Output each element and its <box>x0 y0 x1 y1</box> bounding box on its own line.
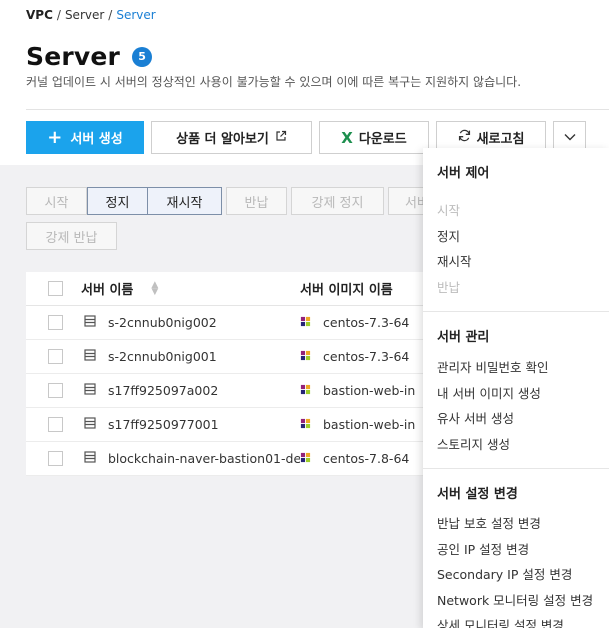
section-title-server-control: 서버 제어 <box>437 166 490 181</box>
breadcrumb-vpc[interactable]: VPC <box>26 8 53 22</box>
centos-icon <box>300 315 311 330</box>
refresh-icon <box>458 129 471 146</box>
menu-item-restart[interactable]: 재시작 <box>423 248 609 274</box>
sort-icon[interactable]: ▲ ▼ <box>151 280 158 296</box>
header-server-name: 서버 이름 ▲ ▼ <box>81 279 300 298</box>
section-title-server-settings: 서버 설정 변경 <box>437 487 518 502</box>
divider <box>26 109 609 110</box>
server-name: s-2cnnub0nig001 <box>108 349 217 364</box>
server-name-cell: s17ff9250977001 <box>81 417 300 432</box>
kernel-update-notice: 커널 업데이트 시 서버의 정상적인 사용이 불가능할 수 있으며 이에 따른 … <box>26 75 522 89</box>
breadcrumb-current: Server <box>116 8 156 22</box>
start-button[interactable]: 시작 <box>26 187 87 215</box>
page-title: Server <box>26 42 121 71</box>
more-actions-dropdown: 서버 제어 시작 정지 재시작 반납 서버 관리 관리자 비밀번호 확인 내 서… <box>423 148 609 628</box>
column-image-name: 서버 이미지 이름 <box>300 283 393 298</box>
row-checkbox[interactable] <box>48 383 63 398</box>
partial-action-button[interactable]: 서버 <box>388 187 424 215</box>
download-button[interactable]: X 다운로드 <box>319 121 429 154</box>
centos-icon <box>300 451 311 466</box>
force-stop-button[interactable]: 강제 정지 <box>291 187 384 215</box>
image-name: centos-7.8-64 <box>323 451 410 466</box>
learn-more-button[interactable]: 상품 더 알아보기 <box>151 121 312 154</box>
centos-icon <box>300 383 311 398</box>
table-header: 서버 이름 ▲ ▼ 서버 이미지 이름 <box>26 272 423 306</box>
table-row[interactable]: s17ff925097a002 bastion-web-in <box>26 374 423 408</box>
image-name: centos-7.3-64 <box>323 315 410 330</box>
server-name-cell: blockchain-naver-bastion01-dev <box>81 451 300 466</box>
image-name-cell: centos-7.3-64 <box>300 349 423 364</box>
section-title-server-management: 서버 관리 <box>437 330 490 345</box>
menu-item-check-admin-password[interactable]: 관리자 비밀번호 확인 <box>423 354 609 380</box>
server-name: s17ff925097a002 <box>108 383 219 398</box>
image-name: centos-7.3-64 <box>323 349 410 364</box>
server-icon <box>84 315 96 330</box>
chevron-down-icon <box>564 130 576 145</box>
row-checkbox[interactable] <box>48 451 63 466</box>
image-name-cell: bastion-web-in <box>300 383 423 398</box>
image-name-cell: centos-7.3-64 <box>300 315 423 330</box>
download-label: 다운로드 <box>358 132 407 147</box>
menu-item-return[interactable]: 반납 <box>423 274 609 300</box>
server-name-cell: s-2cnnub0nig001 <box>81 349 300 364</box>
menu-item-return-protection[interactable]: 반납 보호 설정 변경 <box>423 510 609 536</box>
server-icon <box>84 383 96 398</box>
image-name-cell: centos-7.8-64 <box>300 451 423 466</box>
breadcrumb-separator: / <box>56 8 61 22</box>
centos-icon <box>300 417 311 432</box>
create-server-button[interactable]: + 서버 생성 <box>26 121 144 154</box>
create-server-label: 서버 생성 <box>70 132 123 147</box>
server-icon <box>84 417 96 432</box>
image-name: bastion-web-in <box>323 417 416 432</box>
menu-item-create-similar-server[interactable]: 유사 서버 생성 <box>423 405 609 431</box>
image-name-cell: bastion-web-in <box>300 417 423 432</box>
external-link-icon <box>275 130 287 146</box>
server-name: s-2cnnub0nig002 <box>108 315 217 330</box>
server-name: blockchain-naver-bastion01-dev <box>108 451 300 466</box>
return-button[interactable]: 반납 <box>226 187 287 215</box>
menu-item-stop[interactable]: 정지 <box>423 223 609 249</box>
server-icon <box>84 451 96 466</box>
breadcrumb: VPC / Server / Server <box>26 8 156 22</box>
row-checkbox[interactable] <box>48 315 63 330</box>
table-row[interactable]: s-2cnnub0nig002 centos-7.3-64 <box>26 306 423 340</box>
menu-item-create-storage[interactable]: 스토리지 생성 <box>423 431 609 457</box>
server-table: 서버 이름 ▲ ▼ 서버 이미지 이름 s-2cnnub0nig002 cento… <box>26 272 423 476</box>
excel-icon: X <box>341 128 353 147</box>
table-row[interactable]: s-2cnnub0nig001 centos-7.3-64 <box>26 340 423 374</box>
menu-item-network-monitoring[interactable]: Network 모니터링 설정 변경 <box>423 587 609 613</box>
table-row[interactable]: blockchain-naver-bastion01-dev centos-7.… <box>26 442 423 476</box>
server-name-cell: s17ff925097a002 <box>81 383 300 398</box>
learn-more-label: 상품 더 알아보기 <box>176 132 269 147</box>
menu-item-secondary-ip[interactable]: Secondary IP 설정 변경 <box>423 561 609 587</box>
centos-icon <box>300 349 311 364</box>
image-name: bastion-web-in <box>323 383 416 398</box>
plus-icon: + <box>47 126 63 148</box>
row-checkbox[interactable] <box>48 349 63 364</box>
menu-item-public-ip[interactable]: 공인 IP 설정 변경 <box>423 536 609 562</box>
row-checkbox[interactable] <box>48 417 63 432</box>
breadcrumb-server[interactable]: Server <box>65 8 104 22</box>
column-server-name: 서버 이름 <box>81 283 134 298</box>
refresh-label: 새로고침 <box>476 132 525 147</box>
table-row[interactable]: s17ff9250977001 bastion-web-in <box>26 408 423 442</box>
server-name: s17ff9250977001 <box>108 417 219 432</box>
server-icon <box>84 349 96 364</box>
title-row: Server 5 <box>26 42 153 71</box>
count-badge: 5 <box>132 46 153 67</box>
menu-item-start[interactable]: 시작 <box>423 197 609 223</box>
force-return-button[interactable]: 강제 반납 <box>26 222 117 250</box>
menu-item-create-server-image[interactable]: 내 서버 이미지 생성 <box>423 380 609 406</box>
breadcrumb-separator: / <box>108 8 113 22</box>
menu-item-detailed-monitoring[interactable]: 상세 모니터링 설정 변경 <box>423 612 609 628</box>
select-all-checkbox[interactable] <box>48 281 63 296</box>
restart-button[interactable]: 재시작 <box>147 187 222 215</box>
stop-button[interactable]: 정지 <box>87 187 148 215</box>
server-name-cell: s-2cnnub0nig002 <box>81 315 300 330</box>
